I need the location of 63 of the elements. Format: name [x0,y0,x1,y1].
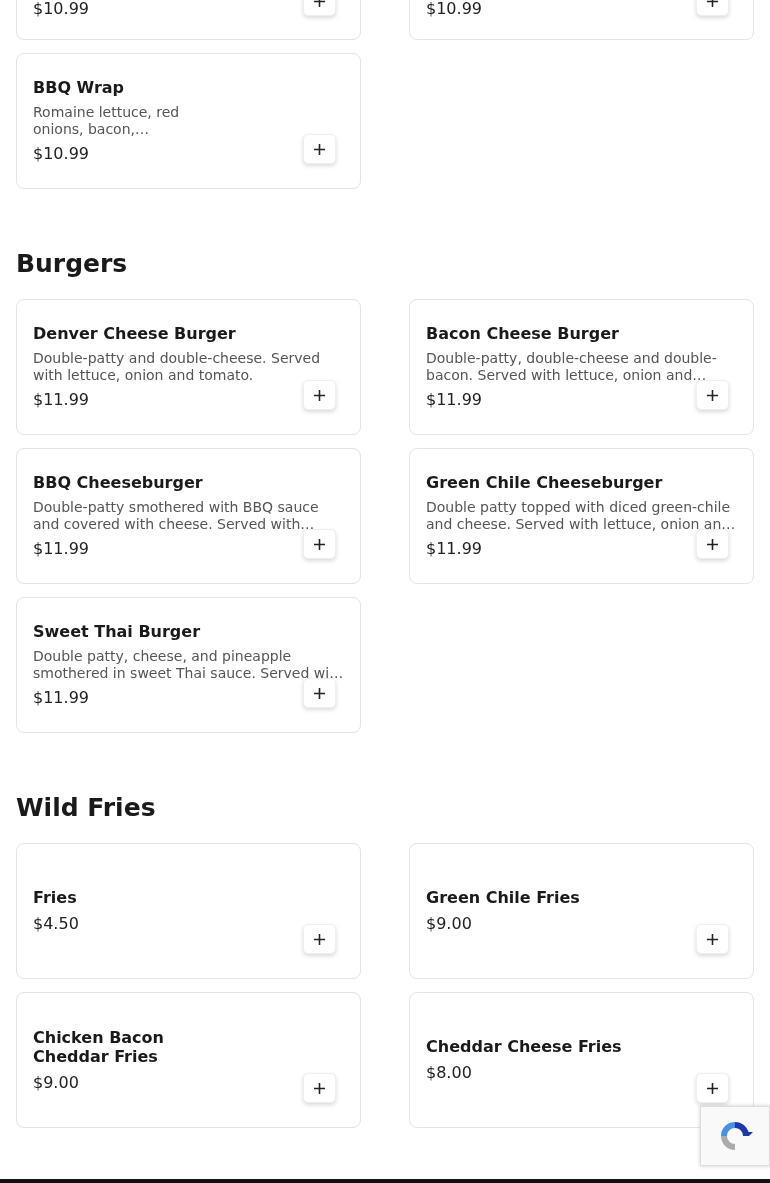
menu-item-card[interactable]: BBQ Wrap Romaine lettuce, red onions, bacon,… $10.99 [16,53,361,189]
menu-item-card[interactable]: Green Chile Fries $9.00 [409,843,754,979]
plus-icon [314,143,325,155]
menu-item-card[interactable]: BBQ Cheeseburger Double-patty smothered with BBQ sauce and covered with cheese. Served with… $11.99 [16,448,361,584]
plus-icon [707,933,718,945]
plus-icon [707,1082,718,1094]
item-name: Chicken Bacon Cheddar Fries [33,1027,165,1066]
add-button[interactable] [303,924,336,954]
item-price: $11.99 [426,539,482,559]
plus-icon [314,687,325,699]
add-button[interactable] [696,1073,729,1103]
recaptcha-badge[interactable] [700,1106,770,1166]
item-price: $10.99 [426,0,482,19]
item-price: $4.50 [33,914,79,934]
add-button[interactable] [696,529,729,559]
item-price: $8.00 [426,1063,472,1083]
menu-item-card[interactable]: Fries $4.50 [16,843,361,979]
item-name: Green Chile Cheeseburger [426,473,663,492]
item-description: Double-patty, double-cheese and double-bacon. Served with lettuce, onion and… [426,350,718,384]
plus-icon [707,538,718,550]
item-price: $11.99 [426,390,482,410]
item-name: Denver Cheese Burger [33,324,236,343]
item-name: Green Chile Fries [426,888,580,907]
add-button[interactable] [303,134,336,164]
item-name: Sweet Thai Burger [33,622,201,641]
plus-icon [314,933,325,945]
plus-icon [314,538,325,550]
item-price: $11.99 [33,688,89,708]
item-description: Double patty topped with diced green-chile and cheese. Served with lettuce, onion an… [426,499,737,533]
plus-icon [707,389,718,401]
item-name: BBQ Cheeseburger [33,473,203,492]
section-heading: Burgers [16,248,129,280]
item-description: Double patty, cheese, and pineapple smothered in sweet Thai sauce. Served wi… [33,648,345,682]
menu-item-card[interactable]: Cheddar Cheese Fries $8.00 [409,992,754,1128]
add-button[interactable] [303,529,336,559]
item-name: Fries [33,888,77,907]
item-price: $10.99 [33,144,89,164]
item-price: $11.99 [33,390,89,410]
item-price: $10.99 [33,0,89,19]
add-button[interactable] [303,380,336,410]
item-name: BBQ Wrap [33,78,126,97]
plus-icon [314,389,325,401]
item-name: Bacon Cheese Burger [426,324,619,343]
menu-item-card[interactable]: $10.99 [409,0,754,40]
menu-item-card[interactable]: Chicken Bacon Cheddar Fries $9.00 [16,992,361,1128]
menu-item-card[interactable]: Denver Cheese Burger Double-patty and double-cheese. Served with lettuce, onion and tomato. $11.99 [16,299,361,435]
item-price: $9.00 [426,914,472,934]
add-button[interactable] [303,1073,336,1103]
item-description: Double-patty smothered with BBQ sauce and covered with cheese. Served with… [33,499,320,533]
menu-item-card[interactable]: Green Chile Cheeseburger Double patty topped with diced green-chile and cheese. Served with lettuce, onion an… $11.99 [409,448,754,584]
item-price: $11.99 [33,539,89,559]
add-button[interactable] [696,924,729,954]
menu-item-card[interactable]: Bacon Cheese Burger Double-patty, double-cheese and double-bacon. Served with lettuce, onion and… $11.99 [409,299,754,435]
menu-item-card[interactable]: $10.99 [16,0,361,40]
item-description: Romaine lettuce, red onions, bacon,… [33,104,181,138]
section-heading: Wild Fries [16,792,157,824]
item-price: $9.00 [33,1072,79,1093]
menu-item-card[interactable]: Sweet Thai Burger Double patty, cheese, and pineapple smothered in sweet Thai sauce. Served wi… $11.99 [16,597,361,733]
item-name: Cheddar Cheese Fries [426,1037,622,1056]
item-description: Double-patty and double-cheese. Served with lettuce, onion and tomato. [33,350,322,384]
plus-icon [314,1082,325,1094]
add-button[interactable] [696,380,729,410]
add-button[interactable] [303,678,336,708]
